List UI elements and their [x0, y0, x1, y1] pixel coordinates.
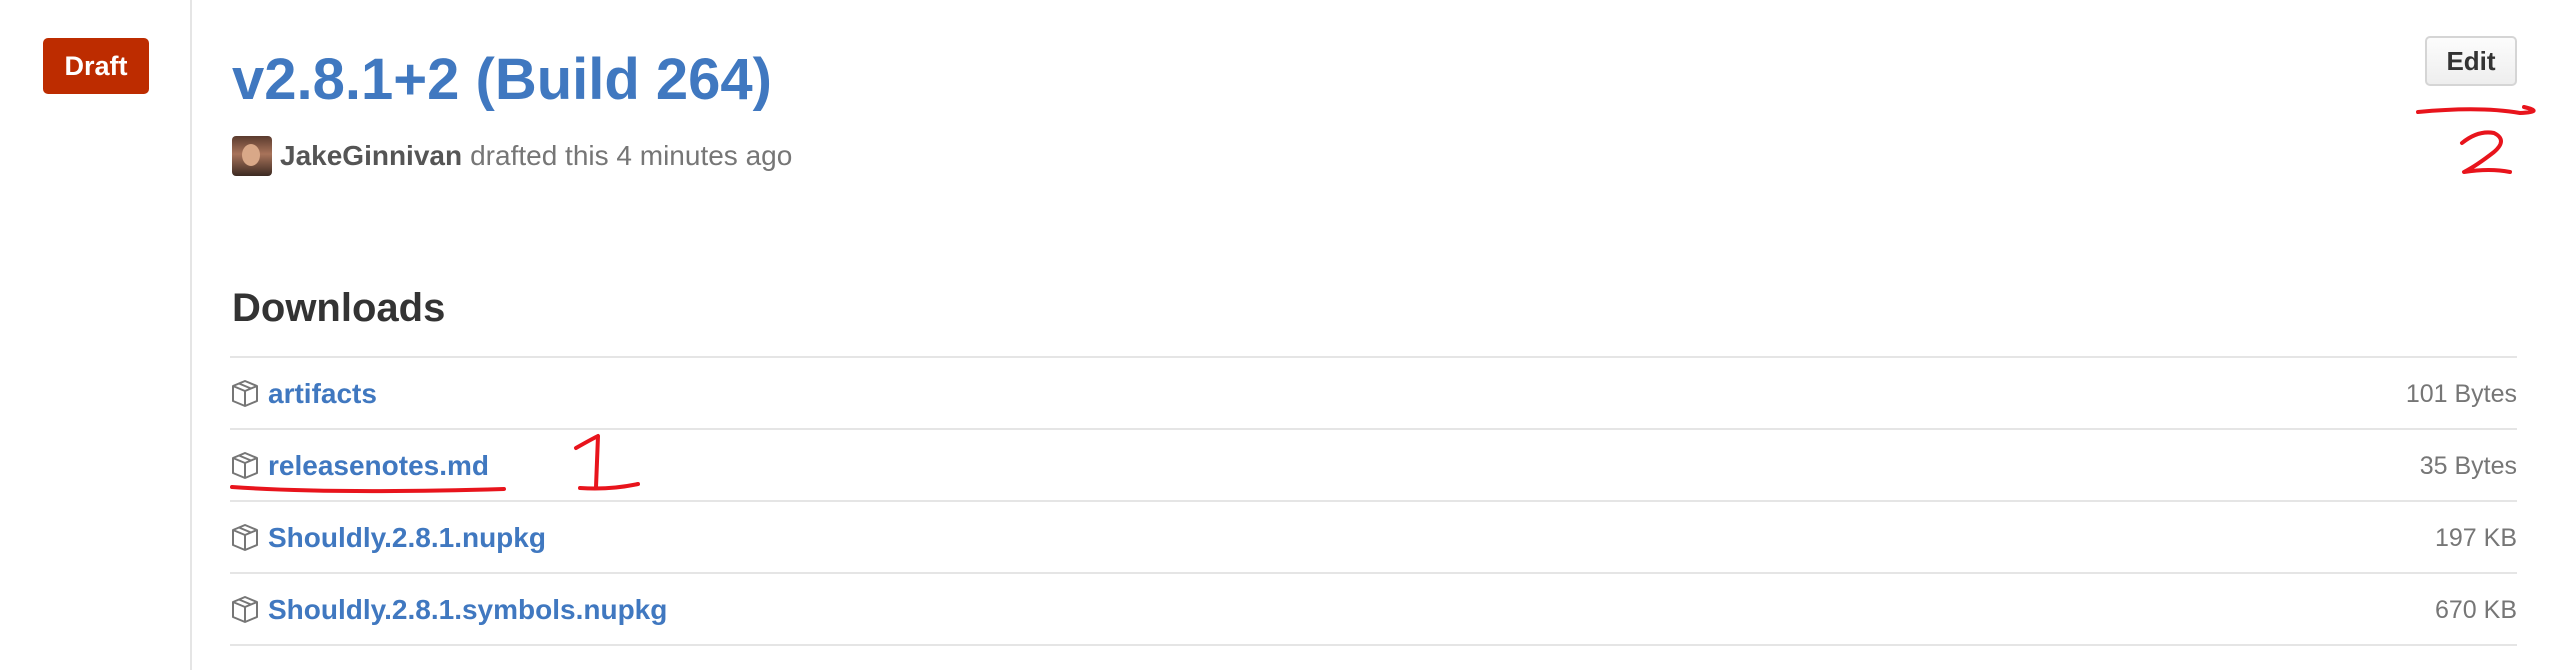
download-link-nupkg[interactable]: Shouldly.2.8.1.nupkg: [268, 520, 546, 556]
package-icon: [232, 380, 258, 407]
file-size: 101 Bytes: [2405, 380, 2517, 408]
underline-edit: [2416, 105, 2536, 115]
author-link[interactable]: JakeGinnivan: [280, 140, 462, 172]
package-icon: [232, 452, 258, 479]
download-link-releasenotes[interactable]: releasenotes.md: [268, 448, 489, 484]
downloads-list: artifacts 101 Bytes releasenotes.md 35 B…: [230, 356, 2517, 646]
download-row: Shouldly.2.8.1.nupkg 197 KB: [230, 500, 2517, 572]
edit-button[interactable]: Edit: [2425, 36, 2517, 86]
release-sidebar: Draft: [0, 0, 190, 670]
file-size: 197 KB: [2434, 524, 2517, 552]
package-icon: [232, 524, 258, 551]
author-avatar[interactable]: [232, 136, 272, 176]
package-icon: [232, 596, 258, 623]
download-link-artifacts[interactable]: artifacts: [268, 376, 377, 412]
download-row: Shouldly.2.8.1.symbols.nupkg 670 KB: [230, 572, 2517, 646]
download-link-symbols-nupkg[interactable]: Shouldly.2.8.1.symbols.nupkg: [268, 592, 667, 628]
release-action-text: drafted this 4 minutes ago: [470, 140, 793, 171]
annotation-number-2: [2460, 130, 2512, 174]
file-size: 670 KB: [2434, 596, 2517, 624]
release-meta: JakeGinnivan drafted this 4 minutes ago: [232, 136, 792, 176]
timeline-divider: [190, 0, 192, 670]
release-title[interactable]: v2.8.1+2 (Build 264): [232, 44, 772, 116]
draft-status-badge: Draft: [43, 38, 149, 94]
download-row: artifacts 101 Bytes: [230, 356, 2517, 428]
downloads-heading: Downloads: [232, 286, 446, 330]
file-size: 35 Bytes: [2419, 452, 2517, 480]
download-row: releasenotes.md 35 Bytes: [230, 428, 2517, 500]
